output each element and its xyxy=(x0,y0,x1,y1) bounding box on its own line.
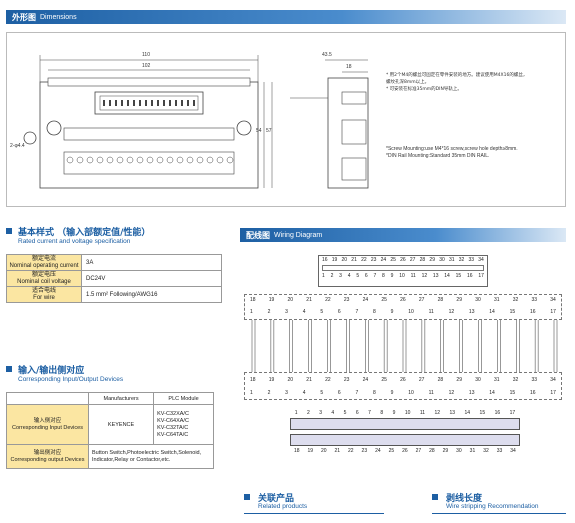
pin-label: 5 xyxy=(343,410,347,416)
pin-label: 30 xyxy=(456,448,462,454)
pin-label: 21 xyxy=(334,448,341,454)
pin-label: 28 xyxy=(429,448,435,454)
pin-label: 16 xyxy=(494,410,501,416)
pin-label: 26 xyxy=(402,448,408,454)
strip-en: Wire stripping Recommendation xyxy=(446,503,539,510)
pin-label: 24 xyxy=(375,448,381,454)
pin-label: 13 xyxy=(449,410,456,416)
pin-label: 19 xyxy=(307,448,314,454)
strip-underline xyxy=(432,513,566,514)
pin-label: 32 xyxy=(483,448,489,454)
terminal-bottom-numbers: 18 19 20 21 22 23 24 25 26 27 28 29 30 31 32 33 34 xyxy=(290,448,520,454)
pin-label: 12 xyxy=(434,410,441,416)
pin-label: 34 xyxy=(510,448,516,454)
pin-label: 18 xyxy=(293,448,300,454)
terminal-block: 1 2 3 4 5 6 7 8 9 10 11 12 13 14 15 16 17 18 19 20 21 22 23 24… xyxy=(290,410,520,460)
pin-label: 22 xyxy=(348,448,354,454)
pin-label: 14 xyxy=(464,410,471,416)
pin-label: 6 xyxy=(355,410,359,416)
pin-label: 25 xyxy=(388,448,395,454)
terminal-upper xyxy=(290,418,520,430)
pin-label: 3 xyxy=(319,410,322,416)
related-en: Related products xyxy=(258,503,308,510)
pin-label: 1 xyxy=(294,410,298,416)
pin-label: 29 xyxy=(442,448,449,454)
pin-label: 20 xyxy=(321,448,327,454)
terminal-top-numbers: 1 2 3 4 5 6 7 8 9 10 11 12 13 14 15 16 17 xyxy=(290,410,520,416)
pin-label: 27 xyxy=(415,448,422,454)
pin-label: 15 xyxy=(479,410,486,416)
pin-label: 33 xyxy=(496,448,503,454)
strip-marker xyxy=(432,494,438,500)
pin-label: 11 xyxy=(419,410,426,416)
pin-label: 31 xyxy=(469,448,476,454)
pin-label: 23 xyxy=(361,448,368,454)
pin-label: 2 xyxy=(306,410,310,416)
related-marker xyxy=(244,494,250,500)
pin-label: 9 xyxy=(392,410,396,416)
pin-label: 8 xyxy=(380,410,384,416)
pin-label: 4 xyxy=(331,410,335,416)
pin-label: 7 xyxy=(368,410,371,416)
pin-label: 10 xyxy=(404,410,411,416)
pin-label: 17 xyxy=(509,410,516,416)
terminal-lower xyxy=(290,434,520,446)
related-underline xyxy=(244,513,384,514)
